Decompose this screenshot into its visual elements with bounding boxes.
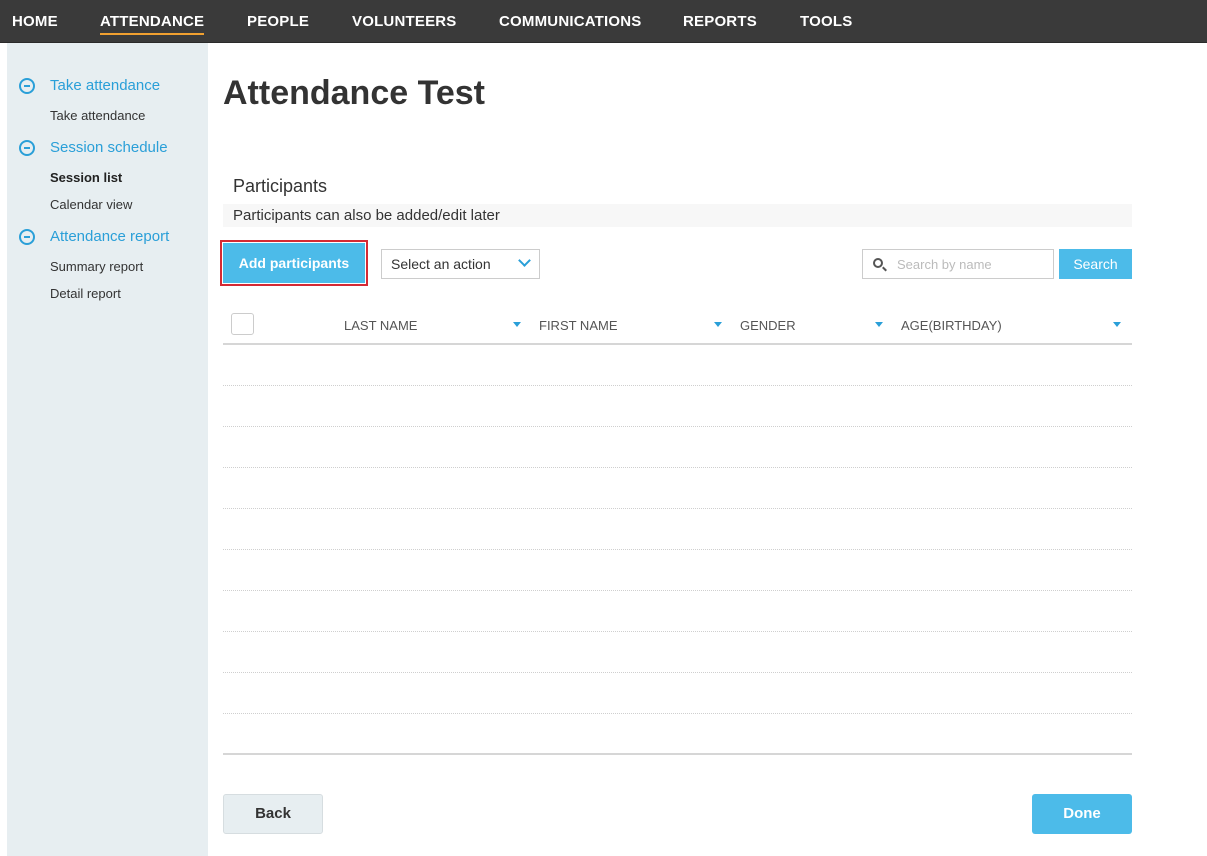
action-select-value: Select an action bbox=[391, 256, 491, 272]
table-header: LAST NAME FIRST NAME GENDER AGE(BIRTHDAY… bbox=[223, 305, 1132, 345]
search-input[interactable] bbox=[897, 255, 1047, 273]
table-row bbox=[223, 632, 1132, 673]
sidebar: Take attendance Take attendance Session … bbox=[7, 43, 208, 856]
search-field[interactable] bbox=[862, 249, 1054, 279]
sidebar-item-session-list[interactable]: Session list bbox=[50, 170, 122, 185]
sort-caret-icon[interactable] bbox=[875, 322, 883, 327]
nav-home[interactable]: HOME bbox=[12, 13, 58, 30]
sidebar-item-calendar-view[interactable]: Calendar view bbox=[50, 197, 132, 212]
sidebar-section-take-attendance[interactable]: Take attendance bbox=[19, 77, 160, 94]
sidebar-section-label[interactable]: Attendance report bbox=[50, 228, 169, 245]
sidebar-item-take-attendance[interactable]: Take attendance bbox=[50, 108, 145, 123]
minus-circle-icon[interactable] bbox=[19, 77, 35, 94]
search-button[interactable]: Search bbox=[1059, 249, 1132, 279]
top-navigation: HOME ATTENDANCE PEOPLE VOLUNTEERS COMMUN… bbox=[0, 0, 1207, 43]
table-row bbox=[223, 550, 1132, 591]
table-row bbox=[223, 591, 1132, 632]
column-gender[interactable]: GENDER bbox=[740, 318, 796, 333]
nav-volunteers[interactable]: VOLUNTEERS bbox=[352, 13, 457, 30]
table-row bbox=[223, 468, 1132, 509]
nav-reports[interactable]: REPORTS bbox=[683, 13, 757, 30]
page-title: Attendance Test bbox=[223, 74, 485, 112]
column-age-birthday[interactable]: AGE(BIRTHDAY) bbox=[901, 318, 1002, 333]
add-participants-button[interactable]: Add participants bbox=[223, 243, 365, 283]
done-button[interactable]: Done bbox=[1032, 794, 1132, 834]
sort-caret-icon[interactable] bbox=[513, 322, 521, 327]
table-row bbox=[223, 427, 1132, 468]
minus-circle-icon[interactable] bbox=[19, 139, 35, 156]
participants-note: Participants can also be added/edit late… bbox=[223, 204, 1132, 227]
table-row bbox=[223, 673, 1132, 714]
sidebar-section-attendance-report[interactable]: Attendance report bbox=[19, 228, 169, 245]
nav-communications[interactable]: COMMUNICATIONS bbox=[499, 13, 642, 30]
chevron-down-icon bbox=[518, 254, 531, 267]
column-first-name[interactable]: FIRST NAME bbox=[539, 318, 618, 333]
select-all-checkbox[interactable] bbox=[231, 313, 254, 335]
nav-tools[interactable]: TOOLS bbox=[800, 13, 852, 30]
participants-heading: Participants bbox=[233, 176, 328, 196]
action-select[interactable]: Select an action bbox=[381, 249, 540, 279]
sort-caret-icon[interactable] bbox=[1113, 322, 1121, 327]
sidebar-item-detail-report[interactable]: Detail report bbox=[50, 286, 121, 301]
table-row bbox=[223, 345, 1132, 386]
sort-caret-icon[interactable] bbox=[714, 322, 722, 327]
table-row bbox=[223, 509, 1132, 550]
table-bottom-border bbox=[223, 753, 1132, 755]
minus-circle-icon[interactable] bbox=[19, 228, 35, 245]
nav-people[interactable]: PEOPLE bbox=[247, 13, 309, 30]
column-last-name[interactable]: LAST NAME bbox=[344, 318, 417, 333]
sidebar-section-label[interactable]: Session schedule bbox=[50, 139, 168, 156]
nav-attendance[interactable]: ATTENDANCE bbox=[100, 13, 205, 35]
sidebar-section-label[interactable]: Take attendance bbox=[50, 77, 160, 94]
sidebar-section-session-schedule[interactable]: Session schedule bbox=[19, 139, 168, 156]
table-row bbox=[223, 386, 1132, 427]
sidebar-item-summary-report[interactable]: Summary report bbox=[50, 259, 143, 274]
search-icon bbox=[873, 258, 883, 268]
back-button[interactable]: Back bbox=[223, 794, 323, 834]
